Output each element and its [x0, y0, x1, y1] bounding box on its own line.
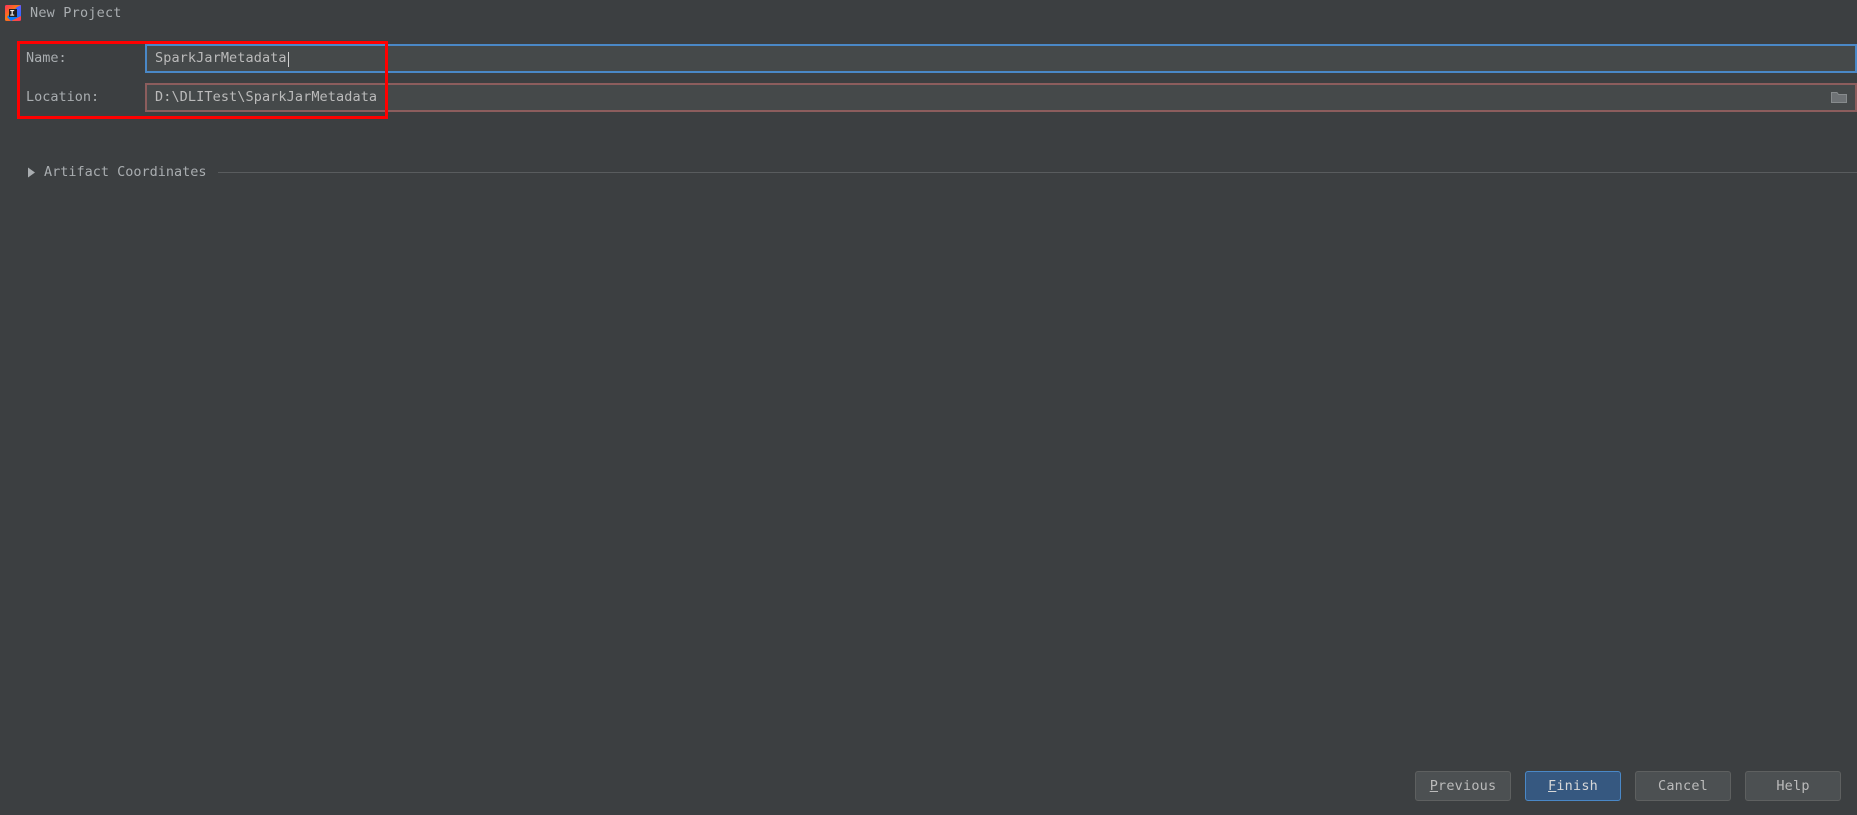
finish-button-mnemonic: F	[1548, 778, 1557, 794]
artifact-coordinates-section[interactable]: Artifact Coordinates	[0, 160, 1857, 184]
finish-button[interactable]: Finish	[1525, 771, 1621, 801]
text-caret	[287, 51, 289, 67]
name-input-value: SparkJarMetadata	[155, 50, 287, 66]
window-title: New Project	[30, 5, 122, 21]
artifact-coordinates-label: Artifact Coordinates	[44, 164, 207, 180]
finish-button-label: inish	[1556, 778, 1598, 794]
name-input[interactable]: SparkJarMetadata	[145, 43, 1857, 73]
previous-button[interactable]: Previous	[1415, 771, 1511, 801]
location-label: Location:	[26, 89, 100, 105]
cancel-button[interactable]: Cancel	[1635, 771, 1731, 801]
window-title-bar: New Project	[0, 0, 1857, 26]
previous-button-label: revious	[1438, 778, 1497, 794]
location-input-value: D:\DLITest\SparkJarMetadata	[155, 89, 378, 105]
name-label: Name:	[26, 50, 67, 66]
form-row-name: Name: SparkJarMetadata	[0, 43, 1857, 73]
section-separator	[217, 171, 1857, 173]
location-input[interactable]: D:\DLITest\SparkJarMetadata	[145, 82, 1857, 112]
folder-icon[interactable]	[1831, 90, 1847, 104]
triangle-right-icon[interactable]	[27, 167, 36, 178]
previous-button-mnemonic: P	[1429, 778, 1439, 794]
cancel-button-label: Cancel	[1658, 778, 1708, 794]
dialog-button-bar: Previous Finish Cancel Help	[0, 757, 1857, 815]
help-button[interactable]: Help	[1745, 771, 1841, 801]
help-button-label: Help	[1776, 778, 1810, 794]
form-row-location: Location: D:\DLITest\SparkJarMetadata	[0, 82, 1857, 112]
intellij-idea-icon	[5, 5, 21, 21]
name-field-wrapper: SparkJarMetadata	[145, 43, 1857, 73]
location-field-wrapper: D:\DLITest\SparkJarMetadata	[145, 82, 1857, 112]
